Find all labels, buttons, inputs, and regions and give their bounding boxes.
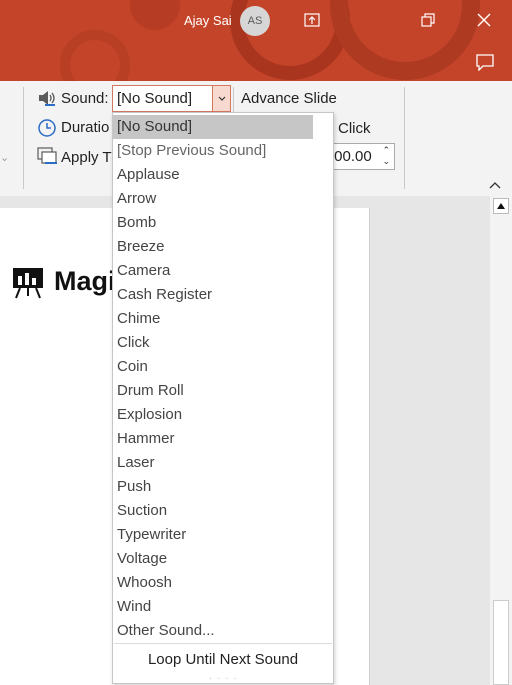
sound-option[interactable]: Typewriter	[113, 523, 313, 547]
comments-button[interactable]	[473, 50, 497, 74]
comment-icon	[476, 54, 494, 71]
scroll-thumb[interactable]	[493, 600, 509, 685]
sound-option[interactable]: Cash Register	[113, 283, 313, 307]
sound-option[interactable]: Bomb	[113, 211, 313, 235]
spin-down-icon[interactable]: ⌄	[382, 156, 390, 167]
sound-option[interactable]: Chime	[113, 307, 313, 331]
user-name: Ajay Sai	[184, 13, 232, 28]
restore-button[interactable]	[416, 8, 440, 32]
after-timing-value: :00.00	[330, 148, 372, 165]
sound-option[interactable]: [No Sound]	[113, 115, 313, 139]
ribbon-display-options-button[interactable]	[300, 8, 324, 32]
avatar[interactable]: AS	[240, 6, 270, 36]
chevron-down-icon	[218, 96, 225, 101]
sound-option[interactable]: Click	[113, 331, 313, 355]
sound-option[interactable]: Other Sound...	[113, 619, 313, 643]
sound-option[interactable]: [Stop Previous Sound]	[113, 139, 313, 163]
on-click-label[interactable]: Click	[338, 120, 371, 137]
resize-grip[interactable]: · · · ·	[209, 673, 238, 684]
ribbon-separator	[404, 87, 405, 189]
sound-dropdown-menu: Loop Until Next Sound · · · · [No Sound]…	[112, 112, 334, 684]
sound-option[interactable]: Arrow	[113, 187, 313, 211]
presentation-board-icon	[13, 268, 43, 299]
decor-circle	[60, 30, 130, 81]
sound-option[interactable]: Wind	[113, 595, 313, 619]
sound-option[interactable]: Suction	[113, 499, 313, 523]
sound-dropdown-button[interactable]	[212, 86, 230, 111]
duration-label: Duratio	[61, 119, 110, 136]
spin-up-icon[interactable]: ⌃	[382, 145, 390, 156]
collapse-ribbon-icon[interactable]	[489, 181, 501, 189]
close-icon	[477, 13, 491, 27]
clock-icon	[38, 119, 56, 137]
speaker-icon	[39, 91, 55, 106]
ribbon-separator	[23, 87, 24, 189]
logo-text: Magi	[54, 266, 116, 296]
vertical-scrollbar[interactable]	[490, 196, 512, 685]
ribbon-separator	[233, 87, 234, 113]
sound-select-value: [No Sound]	[117, 90, 193, 107]
sound-option[interactable]: Whoosh	[113, 571, 313, 595]
sound-option[interactable]: Coin	[113, 355, 313, 379]
sound-option[interactable]: Push	[113, 475, 313, 499]
ribbon-display-icon	[304, 13, 320, 27]
apply-to-all-label[interactable]: Apply T	[61, 149, 112, 166]
sound-option[interactable]: Laser	[113, 451, 313, 475]
sound-option[interactable]: Voltage	[113, 547, 313, 571]
sound-option[interactable]: Breeze	[113, 235, 313, 259]
close-button[interactable]	[472, 8, 496, 32]
sound-label: Sound:	[61, 90, 109, 107]
scroll-up-button[interactable]	[493, 198, 509, 214]
decor-circle	[130, 0, 180, 30]
sound-option[interactable]: Hammer	[113, 427, 313, 451]
menu-separator	[114, 643, 332, 644]
apply-to-all-icon	[37, 147, 57, 164]
title-bar: Ajay Sai AS	[0, 0, 512, 81]
chevron-down-icon[interactable]: ⌄	[0, 151, 9, 164]
advance-slide-label: Advance Slide	[241, 90, 337, 107]
sound-option[interactable]: Camera	[113, 259, 313, 283]
loop-until-next-sound-option[interactable]: Loop Until Next Sound	[113, 651, 333, 668]
triangle-up-icon	[497, 203, 505, 209]
sound-option[interactable]: Explosion	[113, 403, 313, 427]
sound-select[interactable]: [No Sound]	[112, 85, 231, 112]
sound-option[interactable]: Applause	[113, 163, 313, 187]
decor-circle	[330, 0, 480, 80]
restore-icon	[421, 13, 435, 27]
sound-option[interactable]: Drum Roll	[113, 379, 313, 403]
